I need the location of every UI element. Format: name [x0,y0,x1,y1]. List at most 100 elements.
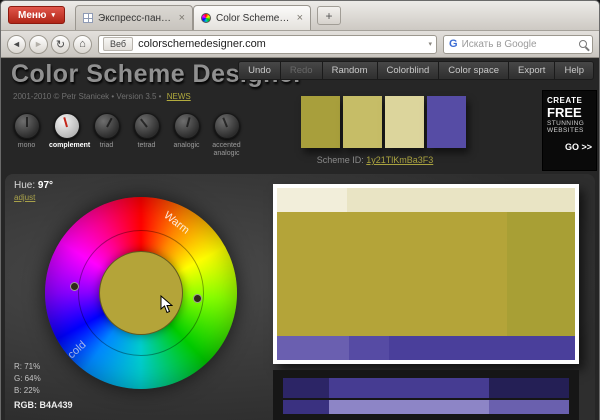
complement-dial-icon [54,113,80,139]
menu-undo[interactable]: Undo [238,61,280,80]
ad-line: CREATE [547,96,592,105]
address-dropdown-icon[interactable]: ▾ [428,40,432,48]
address-input[interactable] [138,38,423,50]
preview-header-left-block [277,188,347,212]
web-badge[interactable]: Веб [103,37,133,51]
rgb-g: G: 64% [14,373,73,385]
mode-label: triad [89,142,124,150]
dark-preview-block [489,378,569,398]
speed-dial-icon [83,13,93,23]
news-link[interactable]: NEWS [167,92,191,101]
site-subtitle: 2001-2010 © Petr Stanicek • Version 3.5 … [13,92,191,101]
new-tab-button[interactable]: + [317,6,341,25]
swatch-primary[interactable] [301,96,340,148]
tab-speed-dial[interactable]: Экспресс-панель × [75,5,193,30]
mode-label: mono [9,142,44,150]
opera-menu-button[interactable]: Меню ▾ [8,6,65,24]
dial-needle [26,117,28,127]
warm-label: Warm [161,209,191,236]
hue-marker-primary[interactable] [193,294,202,303]
preview-right-column [507,212,575,336]
analogic-dial-icon [174,113,200,139]
ad-line: STUNNING [547,120,592,127]
scheme-preview-dark[interactable] [273,370,579,420]
tab-label: Экспресс-панель [98,13,174,24]
scheme-mode-row: mono complement triad tetrad analogic ac… [9,113,244,158]
search-bar[interactable]: G [443,35,593,54]
page-content: Color Scheme Designer 2001-2010 © Petr S… [1,59,599,420]
rgb-hex: RGB: B4A439 [14,399,73,413]
color-wheel-favicon [201,13,211,23]
menu-export[interactable]: Export [508,61,554,80]
rgb-hex-value: B4A439 [40,400,73,410]
preview-footer-left-block [277,336,349,360]
dial-needle [106,118,112,128]
swatch-complement[interactable] [427,96,466,148]
tab-close-icon[interactable]: × [297,13,303,24]
mode-label: analogic [169,142,204,150]
dark-preview-block [329,378,489,398]
home-button[interactable]: ⌂ [73,35,92,54]
menu-redo[interactable]: Redo [280,61,322,80]
menu-color-space[interactable]: Color space [438,61,508,80]
ad-line: WEBSITES [547,127,592,134]
dial-needle [63,117,68,127]
mode-complement[interactable]: complement [49,113,84,158]
hue-readout: Hue: 97° [14,180,53,191]
adjust-link[interactable]: adjust [14,193,35,202]
hue-label: Hue: [14,180,35,191]
triad-dial-icon [94,113,120,139]
tetrad-dial-icon [134,113,160,139]
reload-button[interactable]: ↻ [51,35,70,54]
scheme-menu: Undo Redo Random Colorblind Color space … [238,61,594,80]
ad-banner[interactable]: CREATE FREE STUNNING WEBSITES GO >> [542,90,597,171]
menu-help[interactable]: Help [554,61,594,80]
rgb-readout: R: 71% G: 64% B: 22% RGB: B4A439 [14,361,73,413]
navigation-toolbar: ◄ ► ↻ ⌂ Веб ▾ G [1,31,599,58]
swatch-light[interactable] [343,96,382,148]
mono-dial-icon [14,113,40,139]
mode-accented-analogic[interactable]: accented analogic [209,113,244,158]
dial-needle [140,119,148,128]
mode-label: accented analogic [209,142,244,158]
scheme-id-link[interactable]: 1y21TlKmBa3F3 [366,155,433,165]
forward-button[interactable]: ► [29,35,48,54]
copyright-text: 2001-2010 © Petr Stanicek • Version 3.5 … [13,92,161,101]
back-button[interactable]: ◄ [7,35,26,54]
wheel-center-color [99,251,183,335]
mouse-cursor-icon [160,295,173,319]
dark-preview-block [489,400,569,414]
ad-go-link[interactable]: GO >> [547,142,592,152]
hue-marker-secondary[interactable] [70,282,79,291]
accented-analogic-dial-icon [214,113,240,139]
address-bar[interactable]: Веб ▾ [98,35,437,54]
google-icon: G [449,38,458,50]
tab-close-icon[interactable]: × [179,13,185,24]
scheme-id-line: Scheme ID: 1y21TlKmBa3F3 [289,155,461,165]
menu-colorblind[interactable]: Colorblind [377,61,439,80]
dial-needle [186,117,191,127]
scheme-swatches [301,96,466,148]
scheme-preview-light[interactable] [273,184,579,364]
tab-color-scheme-designer[interactable]: Color Scheme Designe... × [193,5,311,30]
browser-window: Меню ▾ Экспресс-панель × Color Scheme De… [0,0,600,420]
mode-mono[interactable]: mono [9,113,44,158]
dark-preview-block [329,400,489,414]
search-icon[interactable] [579,40,587,48]
dial-needle [222,117,228,127]
mode-analogic[interactable]: analogic [169,113,204,158]
ad-line: FREE [547,105,592,120]
swatch-pale[interactable] [385,96,424,148]
search-input[interactable] [462,39,575,50]
preview-light-page [277,188,575,360]
mode-tetrad[interactable]: tetrad [129,113,164,158]
preview-footer-mid-block [349,336,389,360]
tab-bar: Меню ▾ Экспресс-панель × Color Scheme De… [1,1,599,31]
cold-label: cold [66,339,89,361]
rgb-b: B: 22% [14,385,73,397]
menu-button-label: Меню [18,10,46,21]
menu-random[interactable]: Random [322,61,377,80]
scheme-id-label: Scheme ID: [317,155,364,165]
mode-triad[interactable]: triad [89,113,124,158]
color-wheel[interactable]: Warm cold [45,197,237,389]
